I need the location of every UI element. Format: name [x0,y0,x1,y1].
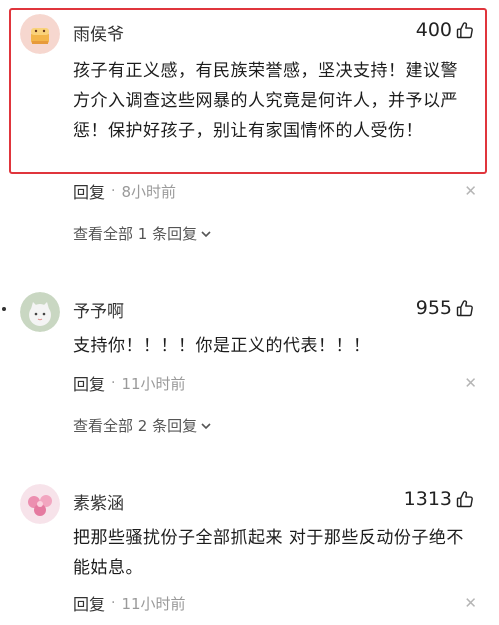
avatar[interactable] [20,484,60,524]
comment-text: 孩子有正义感，有民族荣誉感，坚决支持！建议警方介入调查这些网暴的人究竟是何许人，… [73,61,458,141]
timestamp: 11小时前 [121,594,186,613]
avatar-flower-image [20,484,60,524]
username[interactable]: 素紫涵 [73,489,124,514]
chevron-down-icon [201,422,211,429]
comment-text: 支持你！！！！你是正义的代表！！！ [73,336,371,356]
like-count: 400 [415,19,452,41]
reply-button[interactable]: 回复 [73,371,105,395]
view-all-replies-link[interactable]: 查看全部 2 条回复 [73,415,212,436]
like-button[interactable]: 1313 [404,488,475,510]
like-button[interactable]: 400 [416,19,475,41]
like-count: 955 [415,297,452,319]
close-icon[interactable]: ✕ [464,594,477,612]
timestamp: 11小时前 [121,374,186,393]
avatar-cake-image [20,14,60,54]
avatar[interactable] [20,292,60,332]
reply-button[interactable]: 回复 [73,179,105,203]
thumbs-up-icon [456,491,473,508]
comment-meta: 回复 · 8小时前 ✕ [73,180,477,202]
close-icon[interactable]: ✕ [464,182,477,200]
avatar-cat-image [20,292,60,332]
chevron-down-icon [201,230,211,237]
separator: · [111,183,116,199]
comment-text: 把那些骚扰份子全部抓起来 对于那些反动份子绝不能姑息。 [73,528,464,578]
view-all-label: 查看全部 2 条回复 [73,417,198,435]
like-button[interactable]: 955 [416,297,475,319]
bullet-dot [2,307,6,311]
username[interactable]: 予予啊 [73,297,124,322]
comment-meta: 回复 · 11小时前 ✕ [73,372,477,394]
reply-button[interactable]: 回复 [73,591,105,615]
like-count: 1313 [403,488,452,510]
thumbs-up-icon [456,300,473,317]
view-all-label: 查看全部 1 条回复 [73,225,198,243]
avatar[interactable] [20,14,60,54]
thumbs-up-icon [456,22,473,39]
separator: · [111,375,116,391]
separator: · [111,595,116,611]
close-icon[interactable]: ✕ [464,374,477,392]
timestamp: 8小时前 [121,182,177,201]
username[interactable]: 雨侯爷 [73,20,124,45]
view-all-replies-link[interactable]: 查看全部 1 条回复 [73,223,212,244]
comment-meta: 回复 · 11小时前 ✕ [73,592,477,614]
